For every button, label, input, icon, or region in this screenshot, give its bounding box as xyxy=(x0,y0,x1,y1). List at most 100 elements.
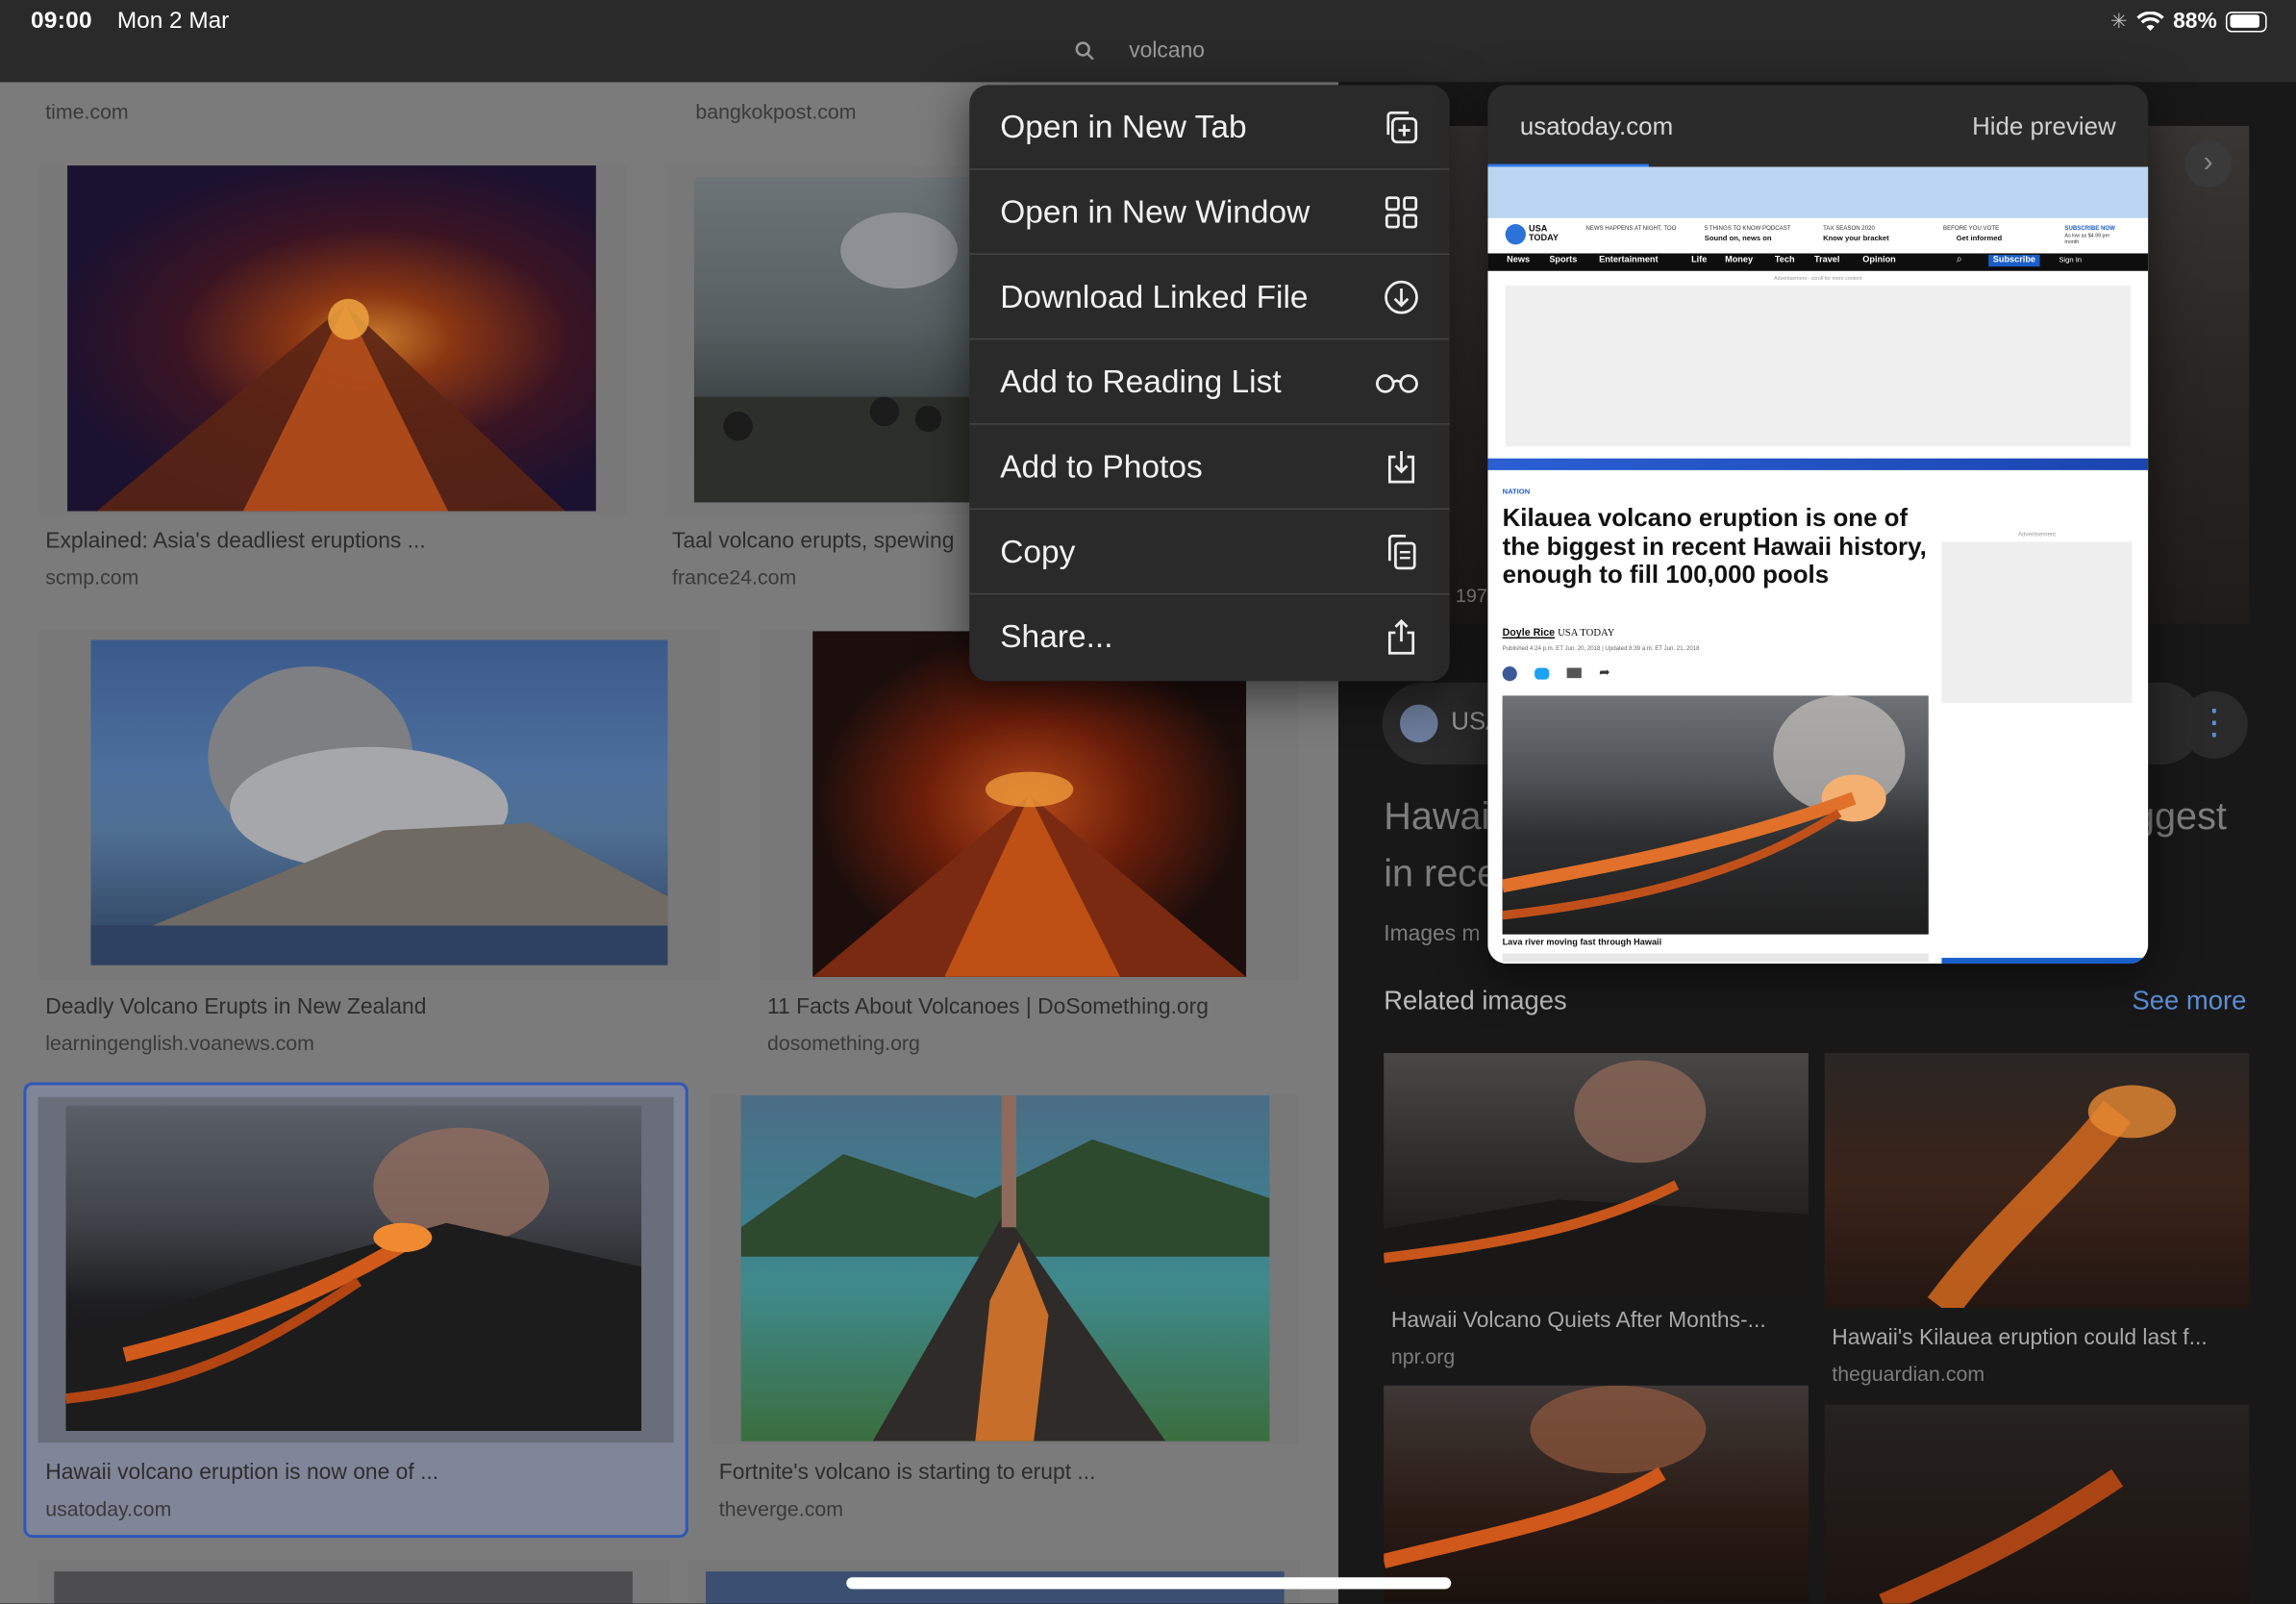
promo-text: SUBSCRIBE NOW xyxy=(2064,224,2115,232)
site-logo-text: USA TODAY xyxy=(1529,225,1559,243)
ad-banner xyxy=(1487,166,2149,218)
result-card[interactable] xyxy=(664,165,973,514)
photo-caption-body xyxy=(1502,953,1929,963)
result-caption[interactable]: Deadly Volcano Erupts in New Zealand xyxy=(45,994,426,1019)
promo-sub: Get informed xyxy=(1956,234,2003,243)
result-thumbnail[interactable] xyxy=(812,631,1247,977)
photo-caption: Lava river moving fast through Hawaii xyxy=(1502,939,1662,948)
add-to-photos-item[interactable]: Add to Photos xyxy=(969,425,1450,511)
facebook-icon[interactable] xyxy=(1502,665,1517,681)
subscribe-button[interactable]: Subscribe xyxy=(1988,255,2040,267)
detail-title: Hawai xyxy=(1384,793,1490,839)
home-indicator[interactable] xyxy=(846,1577,1452,1590)
ad-placeholder xyxy=(1505,285,2131,447)
site-nav: News Sports Entertainment Life Money Tec… xyxy=(1487,253,2149,271)
battery-icon xyxy=(2225,11,2267,32)
preview-host: usatoday.com xyxy=(1519,113,1674,141)
chevron-right-icon[interactable]: › xyxy=(2184,140,2233,188)
result-source[interactable]: dosomething.org xyxy=(767,1031,920,1054)
menu-item-label: Open in New Tab xyxy=(1000,107,1247,145)
email-icon[interactable] xyxy=(1566,667,1582,679)
result-source[interactable]: bangkokpost.com xyxy=(695,100,856,123)
updated-date: Updated 8:39 a.m. ET Jun. 21, 2018 xyxy=(1605,644,1700,652)
nav-item[interactable]: Life xyxy=(1691,257,1707,265)
glasses-icon xyxy=(1376,373,1418,393)
result-source[interactable]: time.com xyxy=(45,100,129,123)
add-to-reading-list-item[interactable]: Add to Reading List xyxy=(969,339,1450,425)
related-caption[interactable]: Hawaii Volcano Quiets After Months-... xyxy=(1391,1308,1766,1333)
result-source[interactable]: theverge.com xyxy=(719,1497,843,1520)
promo-text: BEFORE YOU VOTE xyxy=(1943,224,2000,232)
usa-today-logo xyxy=(1505,224,1526,245)
more-vert-icon[interactable]: ⋮ xyxy=(2180,690,2248,759)
result-thumbnail[interactable] xyxy=(67,165,596,512)
result-thumbnail[interactable] xyxy=(740,1095,1270,1441)
plus-square-icon xyxy=(1386,111,1418,143)
wifi-icon xyxy=(2136,11,2164,31)
result-card[interactable] xyxy=(760,631,1299,980)
nav-item[interactable]: Entertainment xyxy=(1599,257,1658,265)
save-to-photos-icon xyxy=(1387,450,1415,483)
result-caption[interactable]: Explained: Asia's deadliest eruptions ..… xyxy=(45,529,426,554)
result-thumbnail[interactable] xyxy=(90,639,668,965)
result-thumbnail[interactable] xyxy=(54,1571,633,1604)
result-thumbnail[interactable] xyxy=(37,1096,674,1443)
related-caption[interactable]: Hawaii's Kilauea eruption could last f..… xyxy=(1832,1325,2207,1350)
twitter-icon[interactable] xyxy=(1535,666,1550,679)
related-image[interactable] xyxy=(1824,1404,2250,1604)
search-icon[interactable]: ⌕ xyxy=(1957,255,1962,266)
nav-item[interactable]: Opinion xyxy=(1862,257,1896,265)
copy-item[interactable]: Copy xyxy=(969,510,1450,595)
link-preview[interactable]: usatoday.com Hide preview USA TODAY NEWS… xyxy=(1487,85,2149,965)
published-date: Published 4:24 p.m. ET Jun. 20, 2018 xyxy=(1502,644,1601,652)
ad-label: Advertisement - scroll for more content xyxy=(1774,275,1862,282)
result-source[interactable]: usatoday.com xyxy=(45,1497,171,1520)
related-image[interactable] xyxy=(1824,1053,2250,1318)
hide-preview-button[interactable]: Hide preview xyxy=(1972,113,2116,141)
outlet: USA TODAY xyxy=(1558,626,1615,639)
result-card[interactable] xyxy=(39,1559,670,1604)
detail-title-line2: in rece xyxy=(1384,850,1499,895)
signin-link[interactable]: Sign In xyxy=(2059,257,2082,265)
nav-item[interactable]: Money xyxy=(1725,257,1753,265)
open-new-window-item[interactable]: Open in New Window xyxy=(969,170,1450,256)
share-arrow-icon[interactable]: ➦ xyxy=(1599,664,1610,681)
selected-result-card[interactable]: Hawaii volcano eruption is now one of ..… xyxy=(23,1082,688,1539)
related-source[interactable]: theguardian.com xyxy=(1832,1362,1984,1385)
related-source[interactable]: npr.org xyxy=(1391,1344,1455,1367)
status-date: Mon 2 Mar xyxy=(116,9,230,35)
open-new-tab-item[interactable]: Open in New Tab xyxy=(969,85,1450,170)
nav-item[interactable]: Sports xyxy=(1549,257,1577,265)
nav-item[interactable]: Tech xyxy=(1775,257,1795,265)
nav-item[interactable]: News xyxy=(1507,257,1530,265)
result-caption[interactable]: 11 Facts About Volcanoes | DoSomething.o… xyxy=(767,994,1209,1019)
result-source[interactable]: scmp.com xyxy=(45,565,138,589)
menu-item-label: Copy xyxy=(1000,532,1076,569)
author[interactable]: Doyle Rice xyxy=(1503,628,1556,639)
related-image[interactable] xyxy=(1383,1053,1809,1291)
promo-text: NEWS HAPPENS AT NIGHT, TOO xyxy=(1585,224,1677,232)
result-source[interactable]: learningenglish.voanews.com xyxy=(45,1031,314,1054)
share-icon xyxy=(1387,618,1415,655)
article-photo[interactable] xyxy=(1501,695,1929,935)
result-thumbnail[interactable] xyxy=(693,177,973,503)
result-card[interactable] xyxy=(39,165,627,514)
result-caption[interactable]: Fortnite's volcano is starting to erupt … xyxy=(719,1460,1096,1485)
menu-item-label: Download Linked File xyxy=(1000,277,1309,314)
related-image[interactable] xyxy=(1382,1385,1809,1604)
result-source[interactable]: france24.com xyxy=(672,565,796,589)
result-card[interactable] xyxy=(711,1095,1299,1444)
result-caption[interactable]: Hawaii volcano eruption is now one of ..… xyxy=(45,1460,438,1485)
promo-sub: Know your bracket xyxy=(1823,234,1889,243)
result-caption[interactable]: Taal volcano erupts, spewing xyxy=(672,529,954,554)
images-disclaimer: Images m xyxy=(1384,920,1481,946)
download-linked-file-item[interactable]: Download Linked File xyxy=(969,255,1450,340)
preview-webpage: USA TODAY NEWS HAPPENS AT NIGHT, TOO 5 T… xyxy=(1487,166,2149,965)
nav-item[interactable]: Travel xyxy=(1814,257,1839,265)
result-card[interactable] xyxy=(39,631,721,980)
menu-item-label: Open in New Window xyxy=(1000,192,1310,230)
share-item[interactable]: Share... xyxy=(969,594,1450,679)
side-ad-bar xyxy=(1941,958,2149,965)
see-more-link[interactable]: See more xyxy=(2132,986,2246,1016)
promo-sub: Sound on, news on xyxy=(1704,234,1772,243)
